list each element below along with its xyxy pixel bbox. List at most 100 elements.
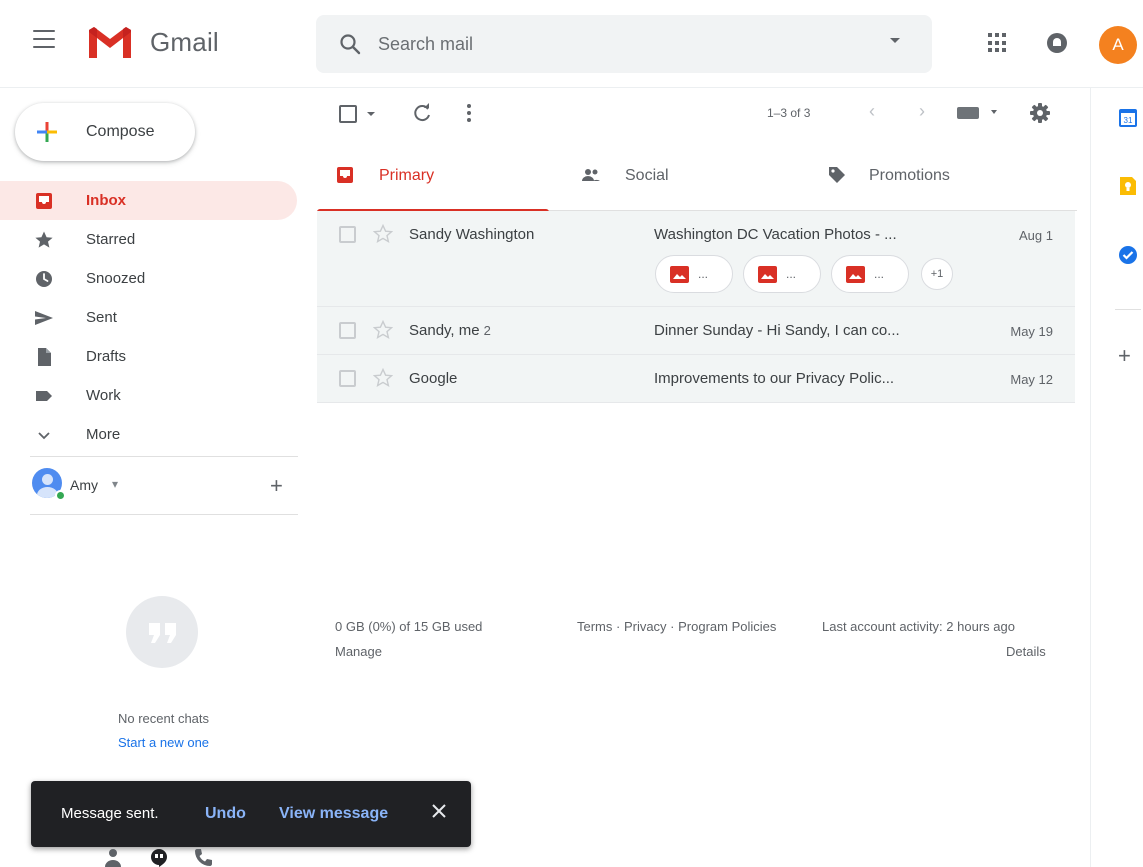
sidebar-item-work[interactable]: Work xyxy=(0,376,297,415)
email-date: Aug 1 xyxy=(1019,228,1053,243)
compose-plus-icon xyxy=(37,122,57,142)
attachment-name: ... xyxy=(698,267,709,281)
phone-icon[interactable] xyxy=(193,848,213,867)
refresh-icon[interactable] xyxy=(411,102,433,124)
select-options-caret-icon[interactable] xyxy=(367,112,375,116)
sidebar-item-label: More xyxy=(86,426,121,443)
manage-storage-link[interactable]: Manage xyxy=(335,644,382,659)
chevron-down-icon xyxy=(38,432,50,440)
attachment-chip[interactable]: ... xyxy=(831,255,909,293)
close-icon[interactable] xyxy=(429,801,449,821)
hangouts-chat-bubble-icon xyxy=(126,596,198,668)
sidebar-item-label: Work xyxy=(86,387,121,404)
calendar-icon[interactable]: 31 xyxy=(1118,108,1138,128)
snackbar-message: Message sent. xyxy=(61,805,159,822)
sidebar-item-drafts[interactable]: Drafts xyxy=(0,337,297,376)
email-date: May 19 xyxy=(1010,324,1053,339)
sidebar-item-label: Inbox xyxy=(86,192,126,209)
start-new-chat-link[interactable]: Start a new one xyxy=(0,735,327,750)
email-subject: Dinner Sunday - Hi Sandy, I can co... xyxy=(654,322,900,339)
message-sent-snackbar: Message sent. Undo View message xyxy=(31,781,471,847)
sidebar-item-starred[interactable]: Starred xyxy=(0,220,297,259)
sidebar-item-sent[interactable]: Sent xyxy=(0,298,297,337)
side-panel-divider xyxy=(1115,309,1141,310)
tab-label: Promotions xyxy=(869,167,950,184)
hangouts-user[interactable]: Amy ▾ + xyxy=(30,468,300,504)
attachment-name: ... xyxy=(874,267,885,281)
gmail-logo-icon[interactable] xyxy=(86,24,134,60)
input-tools-keyboard-icon[interactable] xyxy=(957,107,979,119)
sidebar-divider xyxy=(30,456,298,457)
image-attachment-icon xyxy=(758,266,777,283)
star-outline-icon[interactable] xyxy=(373,320,393,340)
account-avatar[interactable]: A xyxy=(1099,26,1137,64)
search-options-caret-icon[interactable] xyxy=(890,38,900,43)
google-apps-icon[interactable] xyxy=(988,33,1008,53)
new-chat-plus-icon[interactable]: + xyxy=(270,475,283,497)
email-subject: Improvements to our Privacy Polic... xyxy=(654,370,895,387)
sidebar-item-more[interactable]: More xyxy=(0,415,297,454)
email-row[interactable]: Sandy Washington Washington DC Vacation … xyxy=(317,211,1075,307)
star-outline-icon[interactable] xyxy=(373,224,393,244)
contacts-person-icon[interactable] xyxy=(103,848,123,867)
email-select-checkbox[interactable] xyxy=(339,226,356,243)
search-input[interactable] xyxy=(378,29,858,59)
hangouts-user-name[interactable]: Amy xyxy=(70,477,98,493)
settings-gear-icon[interactable] xyxy=(1029,102,1051,124)
draft-icon xyxy=(38,348,51,366)
online-status-dot xyxy=(55,490,66,501)
email-sender: Sandy Washington xyxy=(409,226,535,243)
attachment-chip[interactable]: ... xyxy=(655,255,733,293)
search-bar[interactable] xyxy=(316,15,932,73)
get-addons-plus-icon[interactable]: + xyxy=(1118,345,1131,367)
more-options-icon[interactable] xyxy=(467,104,471,122)
storage-usage-text: 0 GB (0%) of 15 GB used xyxy=(335,619,483,634)
tasks-icon[interactable] xyxy=(1118,245,1138,265)
email-sender: Sandy, me 2 xyxy=(409,322,491,339)
hangouts-status-caret[interactable]: ▾ xyxy=(112,477,118,491)
no-recent-chats-text: No recent chats xyxy=(117,711,210,726)
search-icon[interactable] xyxy=(338,32,362,56)
compose-label: Compose xyxy=(86,123,155,140)
email-select-checkbox[interactable] xyxy=(339,322,356,339)
gmail-brand-text[interactable]: Gmail xyxy=(150,27,219,58)
email-select-checkbox[interactable] xyxy=(339,370,356,387)
clock-icon xyxy=(36,271,52,287)
main-menu-icon[interactable] xyxy=(33,30,55,48)
mail-toolbar: 1–3 of 3 ‹ › xyxy=(317,88,1077,140)
keep-icon[interactable] xyxy=(1118,176,1138,196)
send-icon xyxy=(35,311,53,325)
compose-button[interactable]: Compose xyxy=(15,103,195,161)
select-all-checkbox[interactable] xyxy=(339,105,357,123)
people-icon xyxy=(582,169,600,181)
thread-count: 2 xyxy=(483,323,491,338)
label-icon xyxy=(36,391,52,401)
notifications-icon[interactable] xyxy=(1046,32,1068,54)
tab-primary[interactable]: Primary xyxy=(317,141,549,212)
sidebar-item-snoozed[interactable]: Snoozed xyxy=(0,259,297,298)
email-row[interactable]: Google Improvements to our Privacy Polic… xyxy=(317,355,1075,403)
newer-chevron-left-icon[interactable]: ‹ xyxy=(869,101,875,122)
hangouts-icon[interactable] xyxy=(149,848,169,867)
inbox-icon xyxy=(337,167,353,183)
tag-icon xyxy=(829,167,845,183)
inbox-icon xyxy=(36,193,52,209)
undo-button[interactable]: Undo xyxy=(205,805,246,823)
older-chevron-right-icon[interactable]: › xyxy=(919,101,925,122)
activity-details-link[interactable]: Details xyxy=(1006,644,1046,659)
more-attachments-chip[interactable]: +1 xyxy=(921,258,953,290)
sidebar-item-inbox[interactable]: Inbox xyxy=(0,181,297,220)
footer-policy-links[interactable]: Terms · Privacy · Program Policies xyxy=(577,619,776,634)
sidebar-nav: Inbox Starred Snoozed Sent Drafts Work M… xyxy=(0,181,300,454)
image-attachment-icon xyxy=(846,266,865,283)
tab-promotions[interactable]: Promotions xyxy=(823,141,1077,211)
email-date: May 12 xyxy=(1010,372,1053,387)
side-panel: 31 + xyxy=(1090,88,1143,867)
email-row[interactable]: Sandy, me 2 Dinner Sunday - Hi Sandy, I c… xyxy=(317,307,1075,355)
view-message-button[interactable]: View message xyxy=(279,805,388,823)
input-tools-caret-icon[interactable] xyxy=(991,110,997,114)
category-tabs: Primary Social Promotions xyxy=(317,141,1077,212)
tab-social[interactable]: Social xyxy=(575,141,815,211)
star-outline-icon[interactable] xyxy=(373,368,393,388)
attachment-chip[interactable]: ... xyxy=(743,255,821,293)
